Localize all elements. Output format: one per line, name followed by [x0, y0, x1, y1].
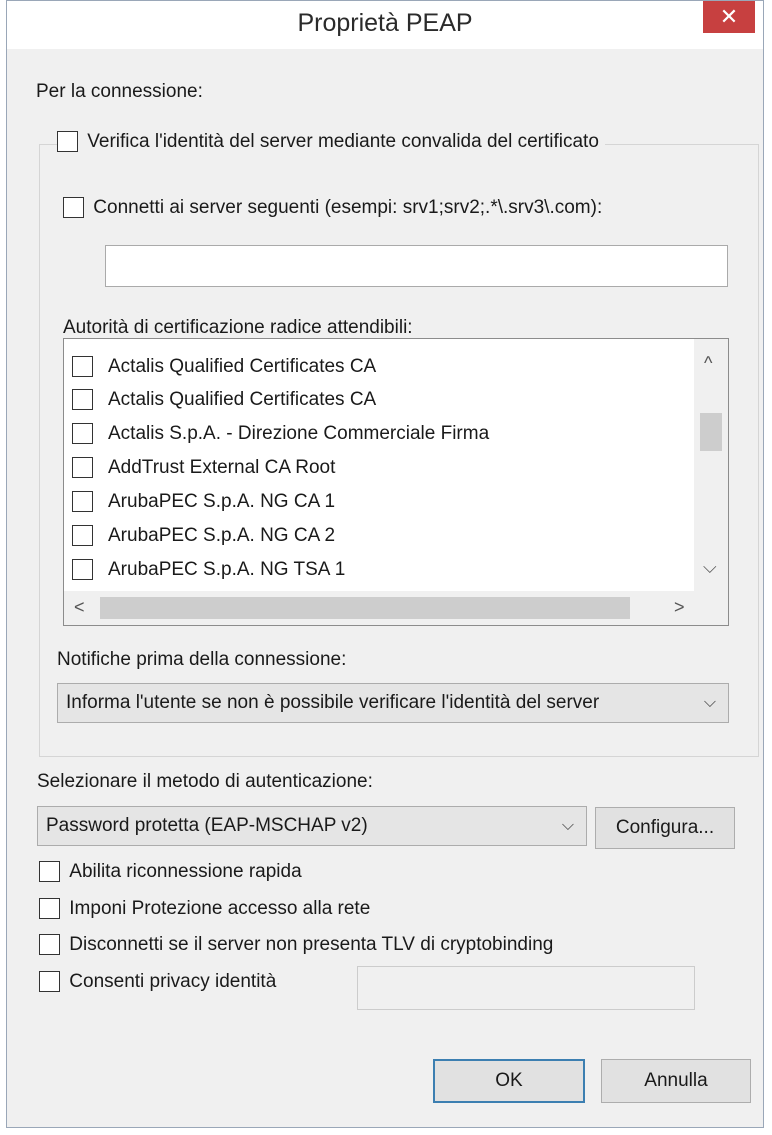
identity-privacy-row[interactable]: Consenti privacy identità: [39, 971, 276, 993]
identity-privacy-input[interactable]: [357, 966, 695, 1010]
fast-reconnect-label: Abilita riconnessione rapida: [69, 861, 302, 882]
vertical-scroll-thumb[interactable]: [700, 413, 722, 451]
list-item[interactable]: Actalis S.p.A. - Direzione Commerciale F…: [72, 417, 489, 450]
horizontal-scroll-thumb[interactable]: [100, 597, 630, 619]
chevron-left-icon[interactable]: <: [74, 597, 85, 618]
close-button[interactable]: ✕: [703, 1, 755, 33]
notifications-label: Notifiche prima della connessione:: [57, 649, 347, 670]
chevron-down-icon: ⌵: [561, 817, 574, 834]
ca-checkbox[interactable]: [72, 356, 93, 377]
close-icon: ✕: [719, 4, 739, 29]
chevron-up-icon[interactable]: ^: [704, 353, 712, 374]
connect-servers-checkbox-row[interactable]: Connetti ai server seguenti (esempi: srv…: [63, 197, 602, 219]
ca-name: Actalis Qualified Certificates CA: [108, 388, 377, 410]
cryptobinding-row[interactable]: Disconnetti se il server non presenta TL…: [39, 934, 553, 956]
connect-servers-label: Connetti ai server seguenti (esempi: srv…: [93, 197, 603, 218]
ca-checkbox[interactable]: [72, 457, 93, 478]
trusted-ca-list[interactable]: Actalis Qualified Certificates CA Actali…: [63, 338, 729, 626]
ok-button[interactable]: OK: [433, 1059, 585, 1103]
connect-servers-checkbox[interactable]: [63, 197, 84, 219]
list-item[interactable]: Actalis Qualified Certificates CA: [72, 350, 376, 383]
nap-row[interactable]: Imponi Protezione accesso alla rete: [39, 898, 370, 920]
ca-name: AddTrust External CA Root: [108, 456, 336, 478]
ca-checkbox[interactable]: [72, 423, 93, 444]
cryptobinding-checkbox[interactable]: [39, 934, 60, 956]
ca-name: Actalis S.p.A. - Direzione Commerciale F…: [108, 422, 490, 444]
auth-method-value: Password protetta (EAP-MSCHAP v2): [46, 815, 368, 836]
nap-label: Imponi Protezione accesso alla rete: [69, 898, 371, 919]
ca-name: ArubaPEC S.p.A. NG CA 2: [108, 524, 336, 546]
identity-privacy-label: Consenti privacy identità: [69, 971, 277, 992]
verify-server-checkbox-row[interactable]: Verifica l'identità del server mediante …: [57, 131, 605, 153]
list-item[interactable]: Actalis Qualified Certificates CA: [72, 383, 376, 416]
cryptobinding-label: Disconnetti se il server non presenta TL…: [69, 934, 554, 955]
ca-name: ArubaPEC S.p.A. NG CA 1: [108, 490, 336, 512]
chevron-down-icon: ⌵: [703, 694, 716, 711]
configure-button[interactable]: Configura...: [595, 807, 735, 849]
list-item[interactable]: AddTrust External CA Root: [72, 451, 335, 484]
connection-label: Per la connessione:: [36, 81, 203, 102]
vertical-scrollbar[interactable]: ^ ⌵: [694, 339, 728, 591]
ca-name: ArubaPEC S.p.A. NG TSA 1: [108, 558, 346, 580]
ca-checkbox[interactable]: [72, 389, 93, 410]
fast-reconnect-checkbox[interactable]: [39, 861, 60, 883]
title-bar: Proprietà PEAP ✕: [7, 1, 763, 49]
ca-checkbox[interactable]: [72, 491, 93, 512]
notifications-select[interactable]: Informa l'utente se non è possibile veri…: [57, 683, 729, 723]
list-item[interactable]: ArubaPEC S.p.A. NG CA 1: [72, 485, 335, 518]
ca-checkbox[interactable]: [72, 559, 93, 580]
verify-server-checkbox[interactable]: [57, 131, 78, 153]
cancel-button[interactable]: Annulla: [601, 1059, 751, 1103]
ca-checkbox[interactable]: [72, 525, 93, 546]
verify-server-label: Verifica l'identità del server mediante …: [87, 131, 599, 152]
horizontal-scrollbar[interactable]: < >: [64, 591, 728, 625]
chevron-down-icon[interactable]: ⌵: [703, 557, 717, 578]
servers-input[interactable]: [105, 245, 728, 287]
notifications-value: Informa l'utente se non è possibile veri…: [66, 692, 600, 713]
auth-method-label: Selezionare il metodo di autenticazione:: [37, 771, 373, 792]
fast-reconnect-row[interactable]: Abilita riconnessione rapida: [39, 861, 302, 883]
ca-name: Actalis Qualified Certificates CA: [108, 355, 377, 377]
chevron-right-icon[interactable]: >: [674, 597, 685, 618]
window-title: Proprietà PEAP: [297, 9, 473, 37]
list-item[interactable]: ArubaPEC S.p.A. NG TSA 1: [72, 553, 345, 586]
nap-checkbox[interactable]: [39, 898, 60, 920]
trusted-ca-label: Autorità di certificazione radice attend…: [63, 317, 413, 338]
list-item[interactable]: ArubaPEC S.p.A. NG CA 2: [72, 519, 335, 552]
identity-privacy-checkbox[interactable]: [39, 971, 60, 993]
auth-method-select[interactable]: Password protetta (EAP-MSCHAP v2) ⌵: [37, 806, 587, 846]
peap-properties-dialog: Proprietà PEAP ✕ Per la connessione: Ver…: [6, 0, 764, 1128]
